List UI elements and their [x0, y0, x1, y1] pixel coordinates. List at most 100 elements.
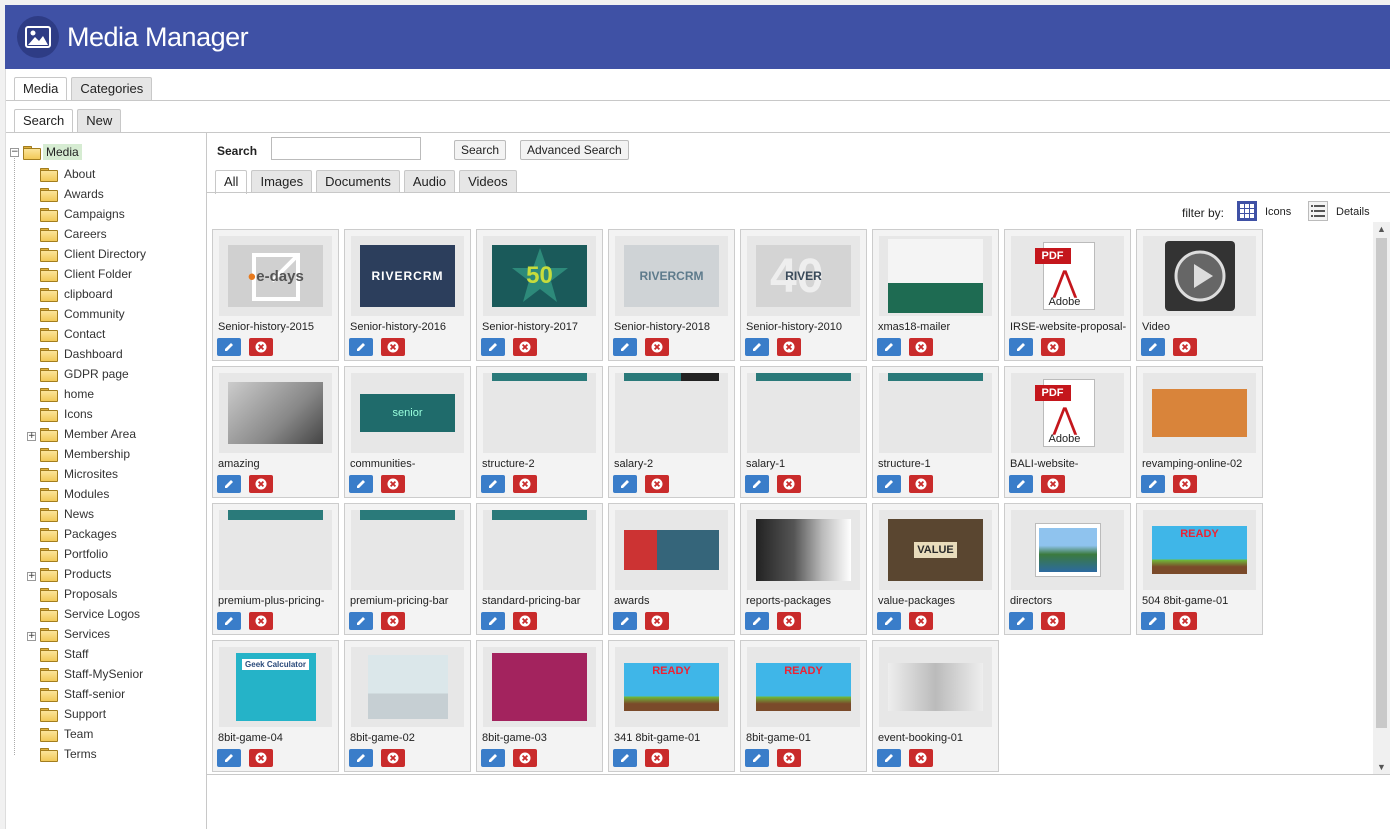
tree-item[interactable]: Staff [6, 644, 206, 664]
tree-item[interactable]: Service Logos [6, 604, 206, 624]
delete-button[interactable] [513, 338, 537, 356]
edit-button[interactable] [613, 612, 637, 630]
media-card[interactable]: 8bit-game-02 [344, 640, 471, 772]
media-thumbnail[interactable] [747, 373, 860, 453]
delete-button[interactable] [513, 475, 537, 493]
tree-item[interactable]: Campaigns [6, 204, 206, 224]
edit-button[interactable] [481, 749, 505, 767]
media-card[interactable]: PDF ⋀ Adobe IRSE-website-proposal- [1004, 229, 1131, 361]
tree-item[interactable]: Modules [6, 484, 206, 504]
tree-root[interactable]: − Media [10, 144, 82, 160]
edit-button[interactable] [481, 338, 505, 356]
tab-documents[interactable]: Documents [316, 170, 400, 193]
delete-button[interactable] [249, 338, 273, 356]
edit-button[interactable] [481, 475, 505, 493]
media-thumbnail[interactable] [1143, 236, 1256, 316]
edit-button[interactable] [349, 749, 373, 767]
delete-button[interactable] [645, 475, 669, 493]
delete-button[interactable] [645, 749, 669, 767]
delete-button[interactable] [1173, 475, 1197, 493]
media-card[interactable]: 40 RIVER Senior-history-2010 [740, 229, 867, 361]
edit-button[interactable] [1009, 475, 1033, 493]
icons-view-label[interactable]: Icons [1265, 206, 1291, 218]
tree-item[interactable]: Client Directory [6, 244, 206, 264]
media-thumbnail[interactable]: PDF ⋀ Adobe [1011, 373, 1124, 453]
media-thumbnail[interactable] [879, 647, 992, 727]
media-card[interactable]: READY 8bit-game-01 [740, 640, 867, 772]
expand-icon[interactable]: + [27, 572, 36, 581]
edit-button[interactable] [1141, 475, 1165, 493]
tree-item[interactable]: Staff-senior [6, 684, 206, 704]
delete-button[interactable] [1173, 612, 1197, 630]
tab-images[interactable]: Images [251, 170, 313, 193]
media-thumbnail[interactable] [1011, 510, 1124, 590]
tree-item[interactable]: About [6, 164, 206, 184]
tree-item[interactable]: Support [6, 704, 206, 724]
delete-button[interactable] [777, 475, 801, 493]
media-thumbnail[interactable] [879, 373, 992, 453]
media-card[interactable]: revamping-online-02 [1136, 366, 1263, 498]
delete-button[interactable] [645, 338, 669, 356]
edit-button[interactable] [1009, 338, 1033, 356]
media-card[interactable]: VALUE value-packages [872, 503, 999, 635]
edit-button[interactable] [217, 338, 241, 356]
expand-icon[interactable]: + [27, 432, 36, 441]
delete-button[interactable] [513, 612, 537, 630]
tree-item[interactable]: + Products [6, 564, 206, 584]
media-card[interactable]: Geek Calculator 8bit-game-04 [212, 640, 339, 772]
media-thumbnail[interactable]: RIVERCRM [351, 236, 464, 316]
edit-button[interactable] [877, 475, 901, 493]
tree-item[interactable]: Careers [6, 224, 206, 244]
edit-button[interactable] [877, 338, 901, 356]
tree-item[interactable]: Proposals [6, 584, 206, 604]
media-thumbnail[interactable] [615, 510, 728, 590]
delete-button[interactable] [777, 338, 801, 356]
media-thumbnail[interactable] [483, 647, 596, 727]
media-thumbnail[interactable] [351, 510, 464, 590]
tree-item[interactable]: Icons [6, 404, 206, 424]
media-thumbnail[interactable]: 50 [483, 236, 596, 316]
edit-button[interactable] [217, 612, 241, 630]
media-thumbnail[interactable]: ●e-days [219, 236, 332, 316]
media-thumbnail[interactable]: 40 RIVER [747, 236, 860, 316]
media-card[interactable]: awards [608, 503, 735, 635]
edit-button[interactable] [613, 338, 637, 356]
expand-icon[interactable]: + [27, 632, 36, 641]
scroll-down-icon[interactable]: ▼ [1373, 760, 1390, 774]
edit-button[interactable] [613, 475, 637, 493]
media-thumbnail[interactable]: senior [351, 373, 464, 453]
media-card[interactable]: premium-plus-pricing- [212, 503, 339, 635]
edit-button[interactable] [745, 338, 769, 356]
delete-button[interactable] [381, 475, 405, 493]
tab-videos[interactable]: Videos [459, 170, 517, 193]
delete-button[interactable] [909, 475, 933, 493]
search-button[interactable]: Search [454, 140, 507, 160]
delete-button[interactable] [249, 749, 273, 767]
tree-item[interactable]: Terms [6, 744, 206, 764]
edit-button[interactable] [481, 612, 505, 630]
tree-item[interactable]: GDPR page [6, 364, 206, 384]
edit-button[interactable] [877, 612, 901, 630]
delete-button[interactable] [777, 749, 801, 767]
edit-button[interactable] [877, 749, 901, 767]
tree-item[interactable]: Portfolio [6, 544, 206, 564]
tree-item[interactable]: Staff-MySenior [6, 664, 206, 684]
delete-button[interactable] [1041, 612, 1065, 630]
media-card[interactable]: salary-1 [740, 366, 867, 498]
list-view-icon[interactable] [1308, 201, 1328, 221]
media-card[interactable]: READY 341 8bit-game-01 [608, 640, 735, 772]
tree-item[interactable]: Client Folder [6, 264, 206, 284]
media-card[interactable]: event-booking-01 [872, 640, 999, 772]
media-thumbnail[interactable]: READY [615, 647, 728, 727]
delete-button[interactable] [909, 749, 933, 767]
edit-button[interactable] [745, 612, 769, 630]
tree-item[interactable]: + Member Area [6, 424, 206, 444]
tree-item[interactable]: Community [6, 304, 206, 324]
delete-button[interactable] [249, 475, 273, 493]
media-thumbnail[interactable] [351, 647, 464, 727]
grid-view-icon[interactable] [1237, 201, 1257, 221]
media-card[interactable]: RIVERCRM Senior-history-2016 [344, 229, 471, 361]
media-card[interactable]: READY 504 8bit-game-01 [1136, 503, 1263, 635]
delete-button[interactable] [777, 612, 801, 630]
edit-button[interactable] [349, 612, 373, 630]
